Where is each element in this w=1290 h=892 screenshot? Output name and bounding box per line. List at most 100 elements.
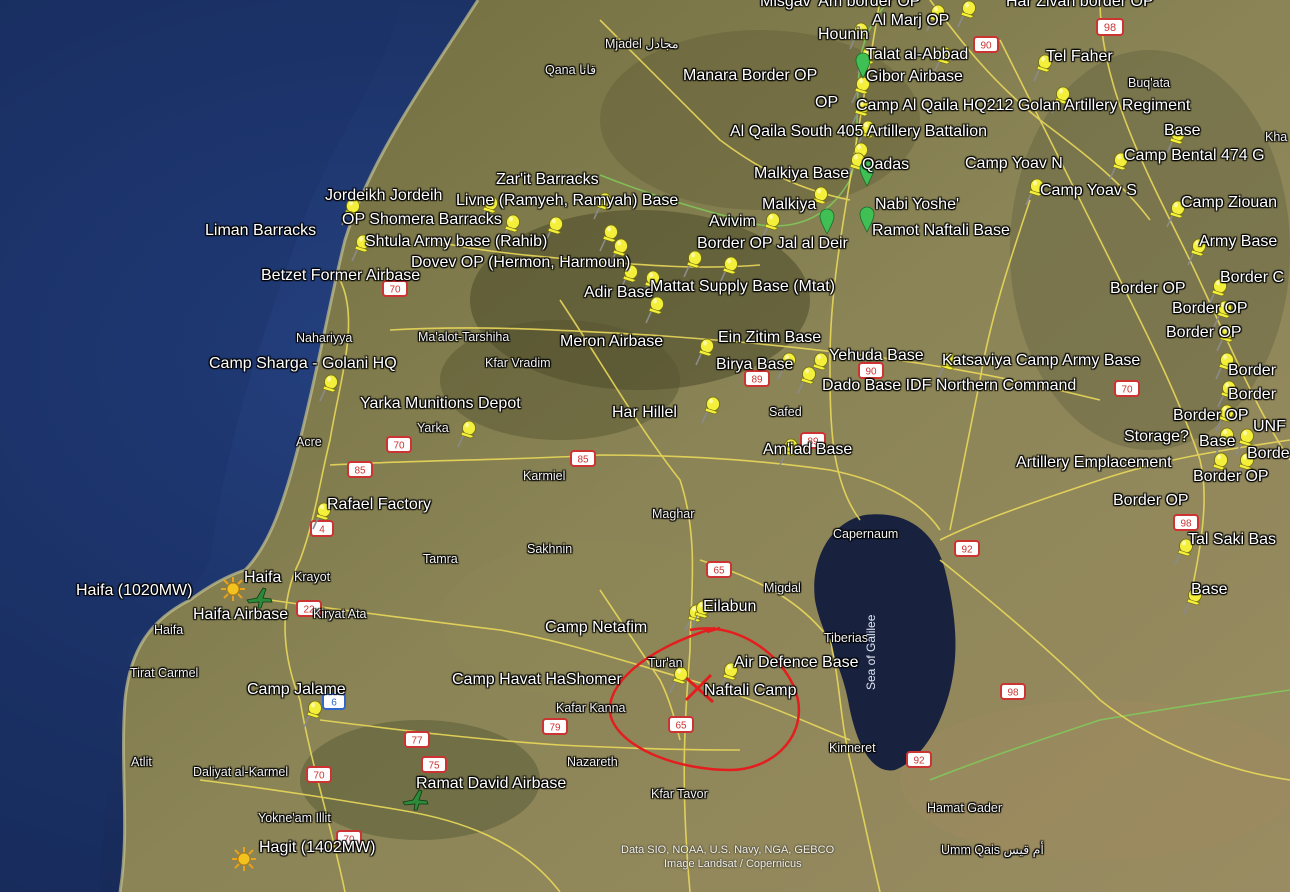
map-label: Kfar Vradim [485, 356, 551, 370]
map-label: Capernaum [833, 527, 899, 541]
map-label[interactable]: Malkiya Base [754, 166, 849, 182]
map-label[interactable]: Tal Saki Bas [1188, 532, 1276, 548]
map-label[interactable]: Border OP Jal al Deir [697, 236, 848, 252]
map-label[interactable]: Nabi Yoshe' [875, 197, 959, 213]
pushpin-icon[interactable] [700, 394, 722, 424]
map-label[interactable]: Air Defence Base [734, 655, 859, 671]
map-label[interactable]: Border OP [1110, 281, 1186, 297]
map-label[interactable]: OP [815, 95, 838, 111]
map-label[interactable]: Rafael Factory [327, 497, 431, 513]
map-label[interactable]: Har Zivan border OP [1006, 0, 1154, 10]
map-label[interactable]: Meron Airbase [560, 334, 663, 350]
map-label[interactable]: Border OP [1193, 469, 1269, 485]
map-label[interactable]: Haifa (1020MW) [76, 583, 192, 599]
svg-text:85: 85 [354, 466, 366, 477]
map-label[interactable]: Camp Jalame [247, 682, 346, 698]
map-label[interactable]: Base [1199, 434, 1235, 450]
map-label[interactable]: Camp Netafim [545, 620, 647, 636]
map-label[interactable]: Mattat Supply Base (Mtat) [650, 279, 835, 295]
pushpin-icon[interactable] [302, 698, 324, 728]
route-shield-icon: 85 [570, 450, 596, 467]
map-label[interactable]: Ein Zitim Base [718, 330, 821, 346]
map-label[interactable]: Camp Havat HaShomer [452, 672, 622, 688]
map-label[interactable]: Base [1191, 582, 1227, 598]
route-shield-icon: 85 [347, 461, 373, 478]
map-label: Tamra [423, 552, 458, 566]
map-label[interactable]: Naftali Camp [704, 683, 796, 699]
map-label[interactable]: Betzet Former Airbase [261, 268, 420, 284]
map-label[interactable]: Border OP [1113, 493, 1189, 509]
map-label[interactable]: Adir Base [584, 285, 653, 301]
map-label[interactable]: Misgav 'Am border OP [760, 0, 920, 10]
map-label[interactable]: Shtula Army base (Rahib) [365, 234, 547, 250]
map-label: Kiryat Ata [313, 607, 367, 621]
map-label[interactable]: Army Base [1199, 234, 1277, 250]
pushpin-icon[interactable] [682, 248, 704, 278]
map-label[interactable]: Talat al-Abbad [866, 47, 968, 63]
map-label[interactable]: Avivim [709, 214, 756, 230]
map-label[interactable]: Haifa [244, 570, 281, 586]
pushpin-icon[interactable] [796, 364, 818, 394]
map-label: Mjadel مجادل [605, 37, 679, 51]
map-label[interactable]: Eilabun [703, 599, 756, 615]
map-label[interactable]: Qadas [862, 157, 909, 173]
map-label[interactable]: Border [1228, 387, 1276, 403]
map-label[interactable]: Border OP [1173, 408, 1249, 424]
map-label: Yokne'am Illit [258, 811, 331, 825]
map-label[interactable]: Liman Barracks [205, 223, 316, 239]
map-label[interactable]: Gibor Airbase [866, 69, 963, 85]
map-label[interactable]: Livne (Ramyeh, Ramyah) Base [456, 193, 678, 209]
svg-text:70: 70 [389, 285, 401, 296]
satellite-map[interactable]: 98 90 70 70 90 89 89 70 85 85 4 65 92 22… [0, 0, 1290, 892]
map-label[interactable]: Artillery Emplacement [1016, 455, 1172, 471]
map-label[interactable]: Hounin [818, 27, 869, 43]
map-label[interactable]: Camp Al Qaila HQ212 Golan Artillery Regi… [856, 98, 1190, 114]
map-label: Daliyat al-Karmel [193, 765, 289, 779]
map-label[interactable]: Birya Base [716, 357, 793, 373]
map-label: Maghar [652, 507, 695, 521]
map-label[interactable]: Katsaviya Camp Army Base [942, 353, 1140, 369]
map-label[interactable]: Border C [1220, 270, 1284, 286]
sun-icon[interactable] [231, 846, 257, 872]
map-label[interactable]: Al Qaila South 405 Artillery Battalion [730, 124, 987, 140]
map-label[interactable]: Manara Border OP [683, 68, 817, 84]
pushpin-icon[interactable] [318, 372, 340, 402]
map-label[interactable]: Har Hillel [612, 405, 677, 421]
map-label[interactable]: Border [1228, 363, 1276, 379]
map-label[interactable]: Base [1164, 123, 1200, 139]
map-label: Ma'alot-Tarshiha [418, 330, 510, 344]
map-label[interactable]: Tel Faher [1046, 49, 1113, 65]
map-label[interactable]: Camp Sharga - Golani HQ [209, 356, 397, 372]
map-label[interactable]: Am'iad Base [763, 442, 852, 458]
route-shield-icon: 98 [1096, 18, 1124, 36]
map-label[interactable]: Camp Yoav S [1040, 183, 1137, 199]
map-label[interactable]: Storage? [1124, 429, 1189, 445]
map-label[interactable]: Borde [1247, 446, 1290, 462]
sun-icon[interactable] [220, 576, 246, 602]
map-label[interactable]: Border OP [1166, 325, 1242, 341]
map-label[interactable]: Camp Bental 474 G [1124, 148, 1265, 164]
map-label[interactable]: Camp Ziouan [1181, 195, 1277, 211]
pushpin-icon[interactable] [456, 418, 478, 448]
map-label[interactable]: Zar'it Barracks [496, 172, 599, 188]
map-label[interactable]: Camp Yoav N [965, 156, 1063, 172]
map-label[interactable]: OP Shomera Barracks [342, 212, 502, 228]
map-label[interactable]: Dovev OP (Hermon, Harmoun) [411, 255, 630, 271]
map-label[interactable]: Yehuda Base [829, 348, 924, 364]
map-label[interactable]: UNF [1253, 419, 1286, 435]
pushpin-icon[interactable] [694, 336, 716, 366]
map-label: Yarka [417, 421, 449, 435]
map-label[interactable]: Dado Base IDF Northern Command [822, 378, 1076, 394]
pushpin-icon[interactable] [956, 0, 978, 28]
map-label[interactable]: Yarka Munitions Depot [360, 396, 521, 412]
map-label[interactable]: Hagit (1402MW) [259, 840, 375, 856]
map-label[interactable]: Jordeikh Jordeih [325, 188, 442, 204]
location-marker-icon[interactable] [816, 206, 838, 236]
map-label[interactable]: Ramot Naftali Base [872, 223, 1010, 239]
map-label[interactable]: Border OP [1172, 301, 1248, 317]
svg-text:77: 77 [411, 736, 423, 747]
map-label[interactable]: Malkiya [762, 197, 816, 213]
map-label[interactable]: Ramat David Airbase [416, 776, 566, 792]
map-label[interactable]: Al Marj OP [872, 13, 949, 29]
map-label[interactable]: Haifa Airbase [193, 607, 288, 623]
